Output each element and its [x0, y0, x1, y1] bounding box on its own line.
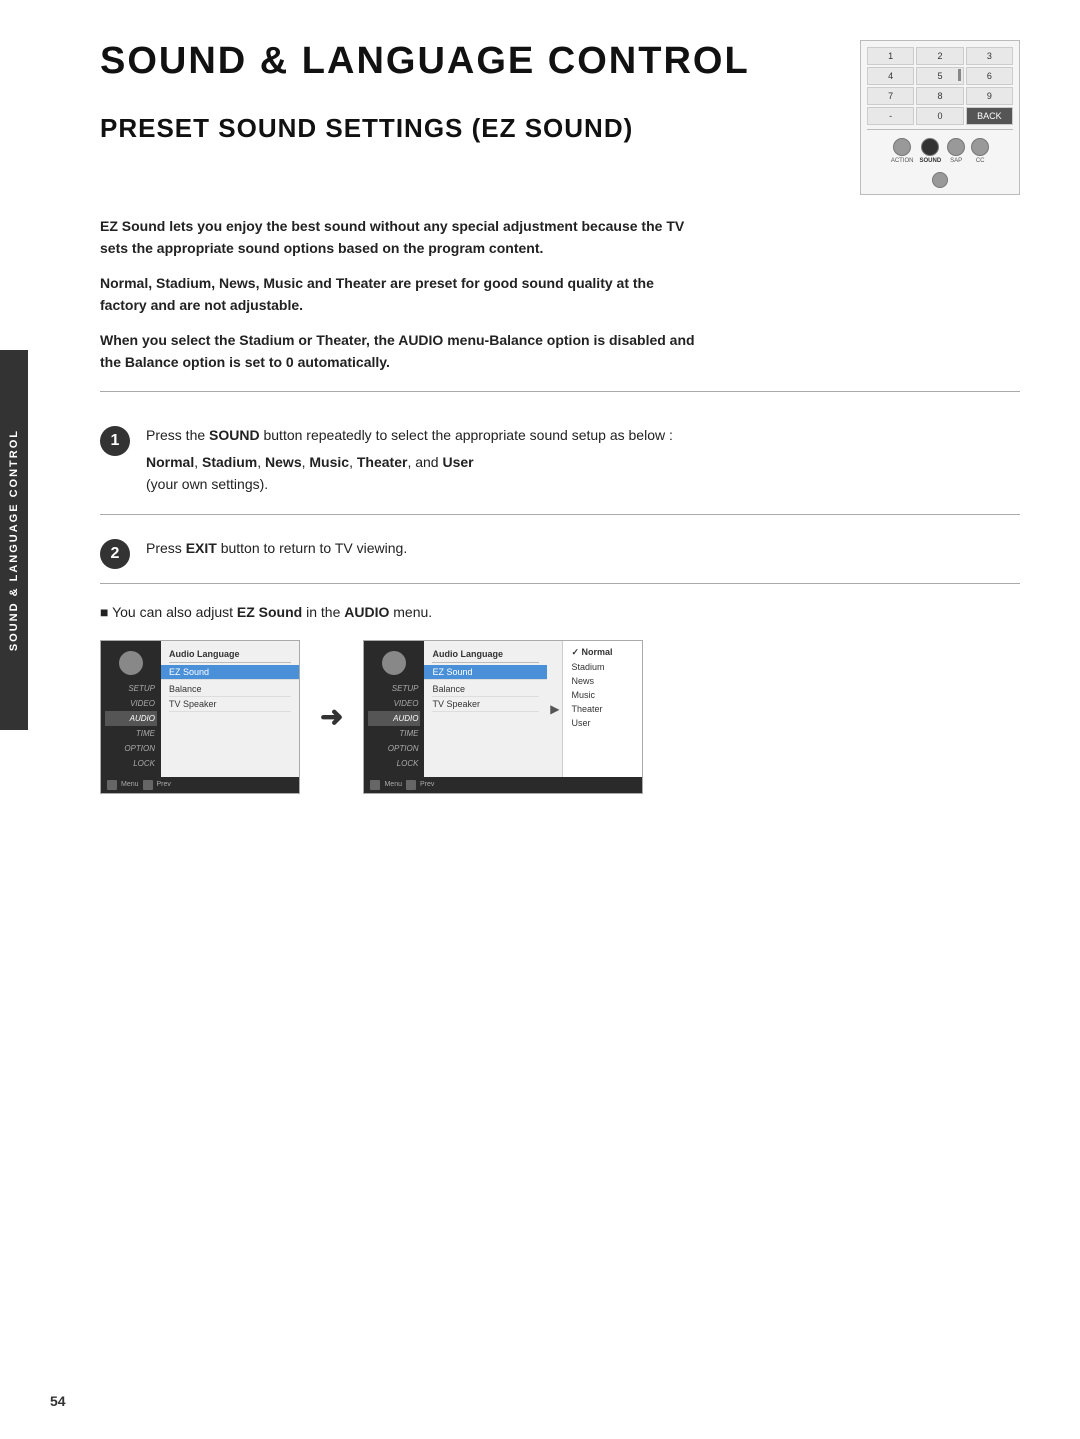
step-1: 1 Press the SOUND button repeatedly to s… [100, 410, 1020, 514]
remote-key-7: 7 [867, 87, 914, 105]
menu1-tv-speaker: TV Speaker [169, 697, 291, 712]
remote-action-btn [893, 138, 911, 156]
submenu-arrow-indicator: ▶ [547, 641, 562, 777]
menu2-item-option: OPTION [368, 741, 420, 756]
menu2-bottom-icon [370, 780, 380, 790]
menu2-item-video: VIDEO [368, 696, 420, 711]
intro-paragraph-1: EZ Sound lets you enjoy the best sound w… [100, 215, 700, 260]
submenu-panel: Normal Stadium News Music Theater User [562, 641, 642, 777]
menu-screenshots: SETUP VIDEO AUDIO TIME OPTION LOCK Audio… [100, 640, 1020, 794]
menu2-right-content: Audio Language EZ Sound Balance TV Speak… [424, 641, 547, 777]
step-1-content: Press the SOUND button repeatedly to sel… [146, 424, 673, 499]
remote-key-5: 5 [916, 67, 963, 85]
remote-buttons-row: ACTION SOUND SAP CC [867, 134, 1013, 168]
arrow-right: ➜ [320, 700, 343, 733]
menu2-item-audio: AUDIO [368, 711, 420, 726]
menu1-item-setup: SETUP [105, 681, 157, 696]
menu1-right-content: Audio Language EZ Sound Balance TV Speak… [161, 641, 299, 777]
menu2-ez-sound: EZ Sound [424, 665, 547, 680]
submenu-theater: Theater [571, 702, 634, 716]
intro-paragraph-3: When you select the Stadium or Theater, … [100, 329, 700, 374]
submenu-stadium: Stadium [571, 660, 634, 674]
submenu-news: News [571, 674, 634, 688]
submenu-normal: Normal [571, 645, 634, 660]
remote-cc-btn [971, 138, 989, 156]
menu1-item-video: VIDEO [105, 696, 157, 711]
menu1-audio-language: Audio Language [169, 647, 291, 663]
submenu-user: User [571, 716, 634, 730]
remote-key-9: 9 [966, 87, 1013, 105]
divider-1 [100, 391, 1020, 392]
remote-key-1: 1 [867, 47, 914, 65]
menu1-bottom-bar: Menu Prev [101, 777, 299, 793]
menu1-bottom-icon2 [143, 780, 153, 790]
remote-sap-btn [947, 138, 965, 156]
menu1-ez-sound: EZ Sound [161, 665, 299, 680]
remote-key-dash: - [867, 107, 914, 125]
side-label: Sound & Language Control [0, 350, 28, 730]
remote-key-2: 2 [916, 47, 963, 65]
remote-numpad: 1 2 3 4 5 6 7 8 9 - 0 BACK [867, 47, 1013, 125]
remote-key-back: BACK [966, 107, 1013, 125]
page-number: 54 [50, 1393, 66, 1409]
menu2-tv-speaker: TV Speaker [432, 697, 539, 712]
menu2-audio-language: Audio Language [432, 647, 539, 663]
menu1-item-option: OPTION [105, 741, 157, 756]
menu2-balance: Balance [432, 682, 539, 697]
remote-key-8: 8 [916, 87, 963, 105]
remote-sound2-btn [932, 172, 948, 188]
remote-sound-btn [921, 138, 939, 156]
remote-key-6: 6 [966, 67, 1013, 85]
menu1-balance: Balance [169, 682, 291, 697]
page-title: SOUND & LANGUAGE CONTROL [100, 40, 750, 83]
note-section: ■ You can also adjust EZ Sound in the AU… [100, 604, 1020, 620]
menu1-item-lock: LOCK [105, 756, 157, 771]
remote-key-3: 3 [966, 47, 1013, 65]
menu2-item-lock: LOCK [368, 756, 420, 771]
submenu-music: Music [571, 688, 634, 702]
menu2-bottom-bar: Menu Prev [364, 777, 642, 793]
section-title: PRESET SOUND SETTINGS (EZ SOUND) [100, 113, 750, 144]
step-number-2: 2 [100, 539, 130, 569]
menu1-item-audio: AUDIO [105, 711, 157, 726]
step-number-1: 1 [100, 426, 130, 456]
remote-key-4: 4 [867, 67, 914, 85]
menu2-left-bar: SETUP VIDEO AUDIO TIME OPTION LOCK [364, 641, 424, 777]
menu1-bottom-icon [107, 780, 117, 790]
remote-key-0: 0 [916, 107, 963, 125]
remote-image: 1 2 3 4 5 6 7 8 9 - 0 BACK [860, 40, 1020, 195]
menu-screenshot-2: SETUP VIDEO AUDIO TIME OPTION LOCK Audio… [363, 640, 643, 794]
menu-screenshot-1: SETUP VIDEO AUDIO TIME OPTION LOCK Audio… [100, 640, 300, 794]
menu2-bottom-icon2 [406, 780, 416, 790]
intro-paragraph-2: Normal, Stadium, News, Music and Theater… [100, 272, 700, 317]
menu2-item-setup: SETUP [368, 681, 420, 696]
menu1-item-time: TIME [105, 726, 157, 741]
menu1-left-bar: SETUP VIDEO AUDIO TIME OPTION LOCK [101, 641, 161, 777]
menu2-item-time: TIME [368, 726, 420, 741]
step-2-content: Press EXIT button to return to TV viewin… [146, 537, 407, 563]
step-2: 2 Press EXIT button to return to TV view… [100, 523, 1020, 584]
